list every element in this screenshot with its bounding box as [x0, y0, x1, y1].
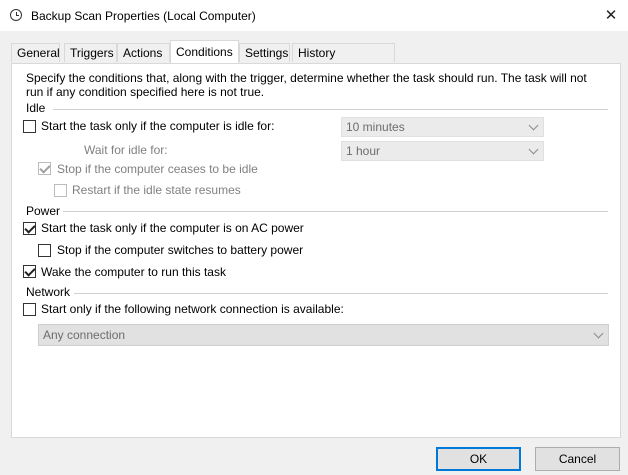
- tab-triggers[interactable]: Triggers: [64, 43, 117, 62]
- ac-power-label: Start the task only if the computer is o…: [41, 221, 304, 235]
- wait-duration-value: 1 hour: [346, 144, 381, 158]
- stop-idle-label: Stop if the computer ceases to be idle: [57, 162, 258, 176]
- tab-actions[interactable]: Actions: [117, 43, 170, 62]
- idle-duration-value: 10 minutes: [346, 120, 405, 134]
- window-title: Backup Scan Properties (Local Computer): [31, 9, 256, 23]
- chevron-down-icon: [528, 144, 539, 155]
- power-group-label: Power: [26, 204, 61, 218]
- network-group-label: Network: [26, 285, 71, 299]
- cancel-button[interactable]: Cancel: [535, 447, 620, 471]
- wait-idle-label: Wait for idle for:: [84, 143, 168, 157]
- wake-label: Wake the computer to run this task: [41, 265, 226, 279]
- tab-general[interactable]: General: [11, 43, 60, 62]
- wake-checkbox[interactable]: [23, 265, 36, 278]
- network-group-divider: [74, 293, 608, 294]
- ac-power-checkbox[interactable]: [23, 222, 36, 235]
- description-text: Specify the conditions that, along with …: [26, 71, 587, 99]
- restart-idle-checkbox[interactable]: [54, 184, 67, 197]
- chevron-down-icon: [528, 120, 539, 131]
- chevron-down-icon: [593, 328, 604, 339]
- title-bar: Backup Scan Properties (Local Computer) …: [0, 0, 628, 31]
- close-button[interactable]: ✕: [594, 0, 628, 31]
- ok-button[interactable]: OK: [436, 447, 521, 471]
- tab-strip: General Triggers Actions Conditions Sett…: [11, 40, 621, 78]
- restart-idle-label: Restart if the idle state resumes: [72, 183, 241, 197]
- battery-stop-checkbox[interactable]: [38, 244, 51, 257]
- idle-start-label: Start the task only if the computer is i…: [41, 119, 275, 133]
- network-checkbox[interactable]: [23, 303, 36, 316]
- power-group-divider: [63, 211, 608, 212]
- idle-group-label: Idle: [26, 101, 46, 115]
- tab-settings[interactable]: Settings: [239, 43, 290, 62]
- network-connection-value: Any connection: [43, 328, 126, 342]
- idle-start-checkbox[interactable]: [23, 120, 36, 133]
- stop-idle-checkbox[interactable]: [38, 162, 51, 175]
- clock-icon: [10, 9, 22, 21]
- wait-duration-select[interactable]: 1 hour: [341, 141, 544, 161]
- tab-history[interactable]: History (disabled): [292, 43, 395, 78]
- network-label: Start only if the following network conn…: [41, 302, 344, 316]
- conditions-panel: Specify the conditions that, along with …: [11, 63, 621, 438]
- idle-group-divider: [53, 109, 608, 110]
- battery-stop-label: Stop if the computer switches to battery…: [57, 243, 304, 257]
- network-connection-select[interactable]: Any connection: [38, 324, 609, 346]
- tab-conditions[interactable]: Conditions: [170, 40, 239, 63]
- idle-duration-select[interactable]: 10 minutes: [341, 117, 544, 137]
